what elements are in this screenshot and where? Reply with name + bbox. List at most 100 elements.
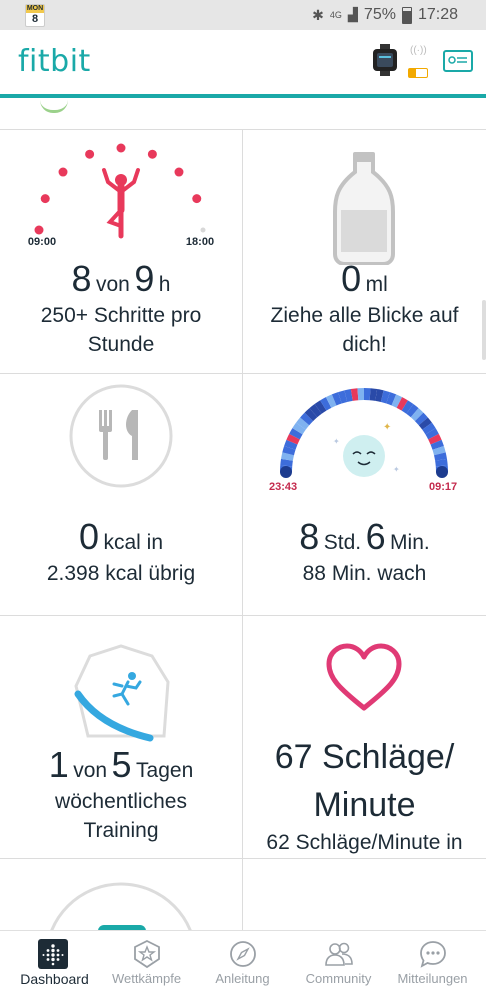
sleep-tile[interactable]: ✦ ✦ ✦ 23:43 09:17 8 Std. 6 Min. 88 Min. … [243,374,486,616]
hourly-count: 8 [72,258,92,299]
water-bottle-icon [243,130,486,265]
hourly-start-time: 09:00 [28,236,56,248]
hour-dot [59,168,68,177]
hourly-activity-chart: 09:00 18:00 [0,130,242,260]
hour-dot [41,194,50,203]
people-icon [324,939,354,969]
food-calories: 0 [79,516,99,557]
sleep-desc: 88 Min. wach [243,562,486,586]
water-unit: ml [366,273,388,296]
sleep-stage-segment [346,395,352,396]
partial-tile-left[interactable] [0,859,243,931]
hour-dot [117,144,126,153]
food-desc: 2.398 kcal übrig [0,562,242,586]
hour-dot [85,150,94,159]
heart-rate-resting: 62 Schläge/Minute in [243,831,486,855]
sync-progress-bar [0,94,486,98]
dashboard-icon [38,939,68,969]
exercise-value: 1 von 5 Tagen [0,744,242,786]
sleep-hours: 8 [299,516,319,557]
bluetooth-icon: ✱ [312,7,324,24]
sleep-value: 8 Std. 6 Min. [243,516,486,558]
watch-icon[interactable] [371,44,399,76]
exercise-desc-2: Training [0,819,242,843]
sleep-stage-segment [370,394,376,395]
heart-icon [243,616,486,726]
svg-text:✦: ✦ [393,465,400,474]
clock: 17:28 [418,6,458,24]
nav-mitteilungen[interactable]: Mitteilungen [384,931,481,1000]
sleep-stage-segment [423,421,427,426]
nav-community[interactable]: Community [290,931,387,1000]
nav-anleitung-label: Anleitung [194,971,291,986]
exercise-shield-icon [0,616,242,746]
sleep-stage-segment [297,426,300,431]
star-badge-icon [132,939,162,969]
compass-icon [228,939,258,969]
signal-bars-icon: ▟ [348,7,358,23]
sleep-stage-segment [290,442,292,448]
network-label: 4G [330,11,342,20]
hour-dot [148,150,157,159]
sleep-stage-segment [340,396,346,398]
hourly-value: 8 von 9 h [0,258,242,300]
sleep-stage-segment [287,454,288,460]
food-unit: kcal in [103,531,163,554]
scroll-handle[interactable] [482,300,486,360]
hour-dot [192,194,201,203]
water-amount: 0 [341,258,361,299]
water-desc-2: dich! [243,333,486,357]
status-right: ✱ 4G ▟ 75% 17:28 [312,6,458,24]
chat-bubble-icon [418,939,448,969]
hour-dot [174,168,183,177]
sync-progress-fill [0,94,486,98]
sleep-stage-segment [334,398,340,400]
exercise-von: von [73,759,107,782]
sleep-stage-segment [309,413,313,417]
heart-rate-tile[interactable]: 67 Schläge/ Minute 62 Schläge/Minute in [243,616,486,859]
sleep-stage-segment [410,409,415,413]
sleep-stage-segment [329,400,335,403]
sleep-stage-segment [415,413,419,417]
sleep-stage-segment [313,409,318,413]
battery-status-icon [402,7,412,24]
calendar-day: 8 [26,13,44,25]
sleep-hours-unit: Std. [324,531,361,554]
sleep-minutes-unit: Min. [390,531,430,554]
sleep-stage-segment [301,421,305,426]
hourly-unit: h [159,273,171,296]
sleep-stage-segment [323,403,328,406]
sleeping-moon-icon [343,435,385,477]
nav-dashboard[interactable]: Dashboard [0,931,97,1000]
exercise-tile[interactable]: 1 von 5 Tagen wöchentliches Training [0,616,243,859]
partial-tile-top [40,100,68,113]
hourly-desc-1: 250+ Schritte pro [0,304,242,328]
hourly-goal: 9 [134,258,154,299]
sleep-stage-segment [295,431,298,436]
hourly-end-time: 18:00 [186,236,214,248]
nav-wettkaempfe[interactable]: Wettkämpfe [98,931,195,1000]
bottom-navigation: Dashboard Wettkämpfe Anleitung Community… [0,930,486,1000]
sleep-stage-segment [286,460,287,466]
sleep-stage-segment [288,448,290,454]
sleep-stage-segment [438,448,440,454]
hour-dot [201,228,206,233]
sleep-stage-segment [405,405,410,408]
profile-card-icon[interactable] [443,50,473,72]
water-value: 0 ml [243,258,486,300]
food-tile[interactable]: 0 kcal in 2.398 kcal übrig [0,374,243,616]
sleep-stage-segment [440,454,441,460]
partial-tile-right[interactable] [243,859,486,931]
hourly-desc-2: Stunde [0,333,242,357]
sleep-stage-segment [376,395,382,396]
sleep-stage-segment [399,403,404,406]
nav-mitteilungen-label: Mitteilungen [384,971,481,986]
hourly-activity-tile[interactable]: 09:00 18:00 8 von 9 h 250+ Schritte pro … [0,130,243,374]
water-tile[interactable]: 0 ml Ziehe alle Blicke auf dich! [243,130,486,374]
sleep-arc-end [436,466,448,478]
heart-rate-line-2: Minute [243,786,486,825]
sleep-chart: ✦ ✦ ✦ 23:43 09:17 [243,374,486,504]
nav-anleitung[interactable]: Anleitung [194,931,291,1000]
partial-circle-icon [0,859,242,930]
sleep-stage-segment [318,405,323,408]
